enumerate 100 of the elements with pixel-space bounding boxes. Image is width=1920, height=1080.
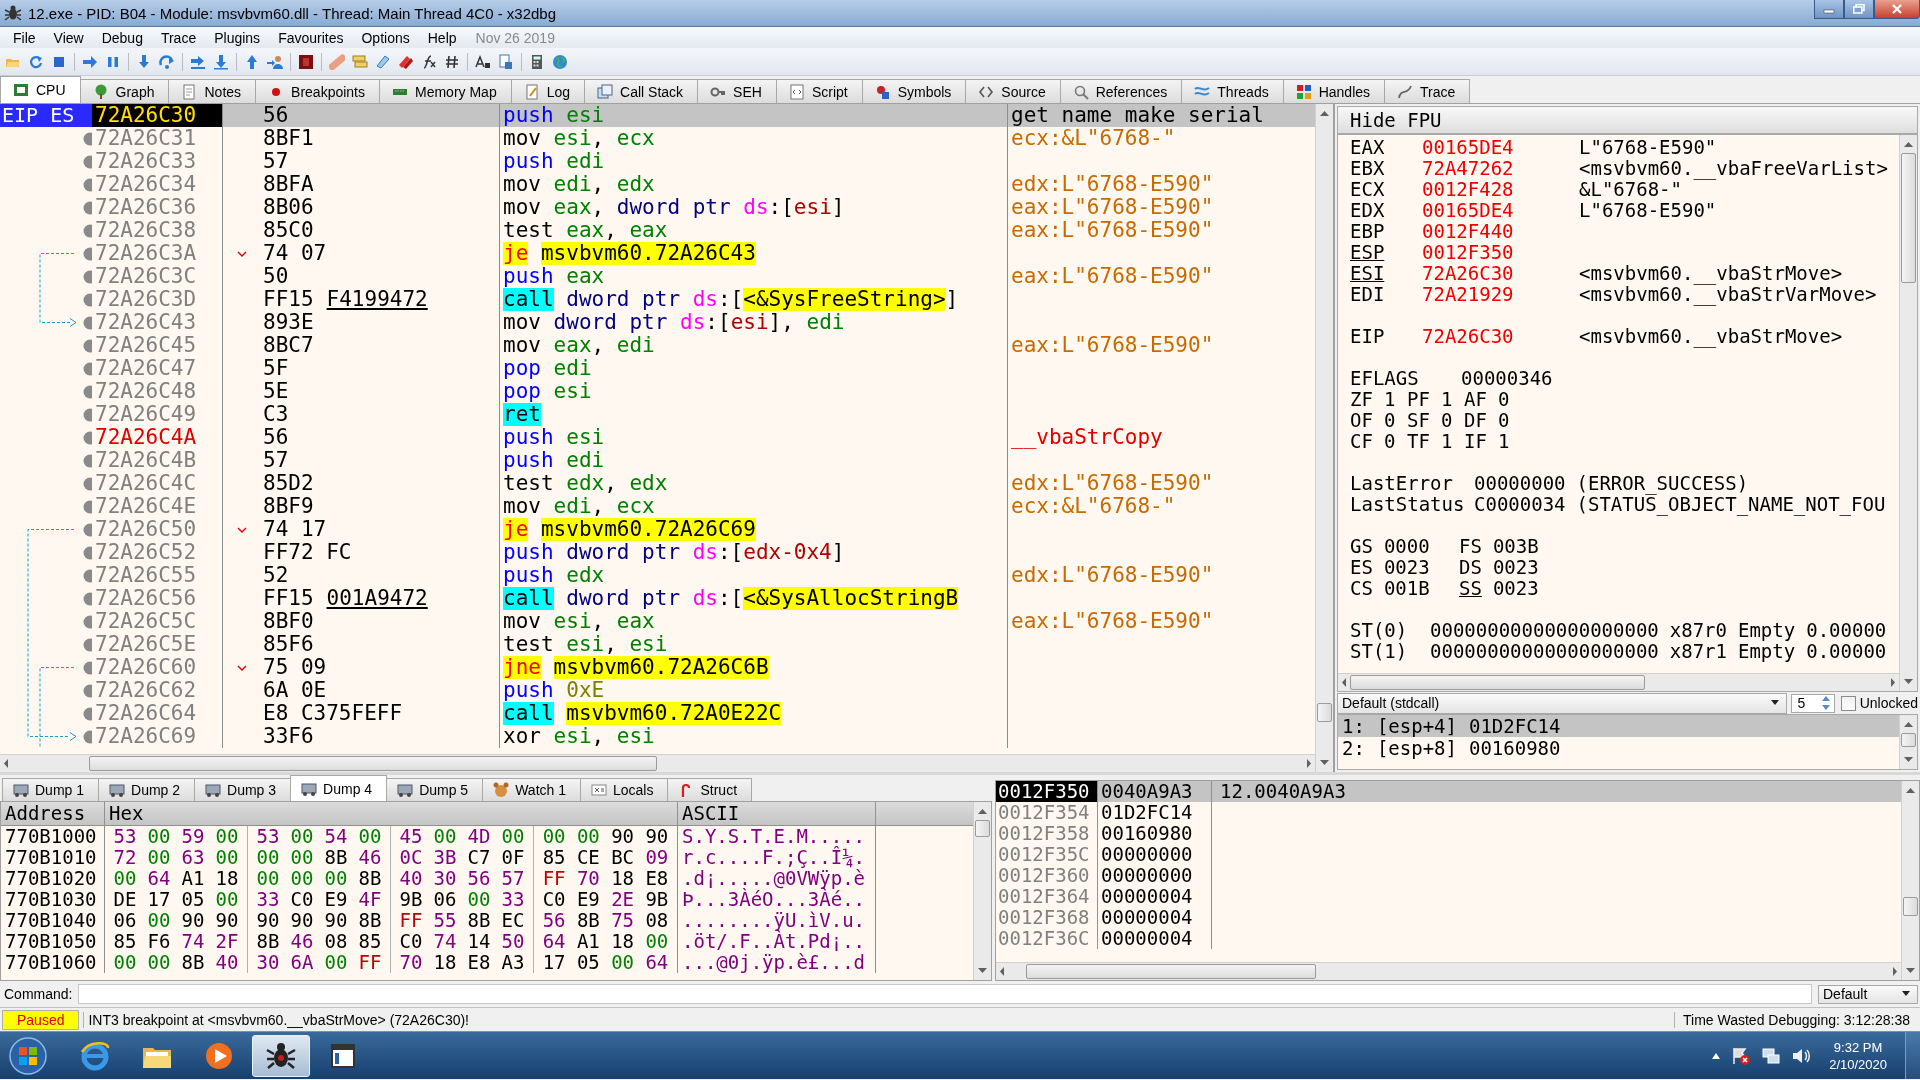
register-value[interactable]: 72A21929 (1422, 284, 1579, 305)
tab[interactable]: Dump 2 (98, 778, 196, 801)
close-button[interactable] (1874, 0, 1920, 19)
address-link[interactable]: F4199472 (326, 288, 428, 311)
menu-item[interactable]: Debug (92, 29, 152, 46)
register-value[interactable]: 003B (1492, 536, 1539, 557)
tab[interactable]: Dump 3 (194, 778, 292, 801)
convention-dropdown[interactable]: Default (stdcall) (1337, 692, 1788, 714)
run-icon[interactable] (82, 53, 98, 70)
minimize-button[interactable] (1814, 0, 1844, 19)
flag-value[interactable]: 0 (1497, 389, 1510, 410)
register-value[interactable]: 001B (1383, 578, 1430, 599)
tab[interactable]: Dump 4 (290, 775, 388, 801)
user-code-icon[interactable] (267, 53, 283, 70)
command-field[interactable] (78, 984, 1812, 1004)
stack-row[interactable]: 0012F364 00000004 (996, 886, 1901, 907)
unlocked-checkbox[interactable] (1840, 695, 1856, 711)
trace-into-icon[interactable] (190, 53, 206, 70)
register-value[interactable]: 00000000000000000000 (1430, 641, 1659, 662)
flag-value[interactable]: 1 (1383, 389, 1396, 410)
scrollbar[interactable] (1899, 715, 1917, 769)
register-value[interactable]: 00000000 (1474, 473, 1566, 494)
flag-value[interactable]: 0 (1383, 410, 1396, 431)
register-value[interactable]: 0023 (1383, 557, 1430, 578)
scrollbar[interactable] (973, 802, 991, 980)
clock[interactable]: 9:32 PM 2/10/2020 (1821, 1038, 1895, 1073)
comment-icon[interactable] (352, 53, 368, 70)
flag-value[interactable]: 1 (1497, 431, 1510, 452)
count-spinbox[interactable]: 5 (1791, 693, 1835, 713)
show-desktop-button[interactable] (1905, 1032, 1920, 1079)
tab[interactable]: Threads (1181, 79, 1284, 103)
scrollbar-thumb[interactable] (89, 756, 658, 771)
tab[interactable]: Call Stack (584, 79, 699, 103)
tab[interactable]: Symbols (861, 79, 967, 103)
tab[interactable]: Locals (580, 778, 669, 801)
register-value[interactable]: 0023 (1492, 557, 1539, 578)
register-value[interactable]: 72A47262 (1422, 158, 1579, 179)
register-value[interactable]: 00000346 (1461, 368, 1553, 389)
stack-row[interactable]: 0012F358 00160980 (996, 823, 1901, 844)
register-value[interactable]: 00000000000000000000 (1430, 620, 1659, 641)
tab[interactable]: Breakpoints (255, 79, 380, 103)
register-value[interactable]: 00165DE4 (1422, 137, 1579, 158)
menu-item[interactable]: Plugins (205, 29, 270, 46)
register-value[interactable]: 0012F350 (1422, 242, 1579, 263)
tab[interactable]: Source (965, 79, 1061, 103)
scrollbar-thumb[interactable] (1901, 153, 1916, 283)
scrollbar[interactable] (996, 962, 1901, 980)
tab[interactable]: Notes (168, 79, 257, 103)
scrollbar[interactable] (1901, 781, 1919, 980)
step-into-icon[interactable] (136, 53, 152, 70)
tab[interactable]: Log (510, 79, 586, 103)
restart-icon[interactable] (28, 53, 44, 70)
flag-value[interactable]: 0 (1497, 410, 1510, 431)
stack-row[interactable]: 0012F368 00000004 (996, 907, 1901, 928)
menu-item[interactable]: Favourites (269, 29, 353, 46)
flag-value[interactable]: 1 (1440, 431, 1453, 452)
argument-row[interactable]: 2: [esp+8] 00160980 (1338, 737, 1899, 759)
register-value[interactable]: 72A26C30 (1422, 263, 1579, 284)
flag-value[interactable]: 1 (1440, 389, 1453, 410)
tab[interactable]: Dump 5 (386, 778, 484, 801)
column-header[interactable]: ASCII (678, 802, 876, 825)
tab[interactable]: Memory Map (379, 79, 512, 103)
tab[interactable]: Dump 1 (2, 778, 100, 801)
stack-row[interactable]: 0012F36C 00000004 (996, 928, 1901, 949)
column-header[interactable]: Hex (105, 802, 678, 825)
bookmark-icon[interactable] (398, 53, 414, 70)
patch-icon[interactable] (329, 53, 345, 70)
globe-icon[interactable] (552, 53, 568, 70)
tab[interactable]: Struct (667, 778, 753, 801)
flag-icon[interactable] (1731, 1045, 1752, 1066)
stack-row[interactable]: 0012F354 01D2FC14 (996, 802, 1901, 823)
scrollbar[interactable] (1899, 135, 1917, 691)
column-header[interactable]: Address (1, 802, 105, 825)
mode-dropdown[interactable]: Default (1818, 984, 1918, 1004)
argument-row[interactable]: 1: [esp+4] 01D2FC14 (1338, 715, 1899, 737)
tab[interactable]: SEH (697, 79, 777, 103)
register-value[interactable]: 0000 (1383, 536, 1430, 557)
network-icon[interactable] (1761, 1045, 1782, 1066)
stack-row[interactable]: 0012F35C 00000000 (996, 844, 1901, 865)
menu-item[interactable]: Help (418, 29, 466, 46)
register-value[interactable]: 0023 (1492, 578, 1539, 599)
register-value[interactable]: C0000034 (1474, 494, 1566, 515)
taskbar-button[interactable] (252, 1034, 310, 1077)
font-size-icon[interactable] (475, 53, 491, 70)
tab[interactable]: CPU (0, 76, 81, 103)
scrollbar-thumb[interactable] (1317, 703, 1332, 723)
trace-over-icon[interactable] (213, 53, 229, 70)
register-value[interactable]: 0012F428 (1422, 179, 1579, 200)
code-row[interactable]: 72A26C30 56 push esi get name make serial (92, 104, 1315, 127)
stack-row[interactable]: 0012F360 00000000 (996, 865, 1901, 886)
scrollbar-thumb[interactable] (1350, 675, 1646, 690)
address-link[interactable]: 001A9472 (326, 587, 428, 610)
tab[interactable]: References (1059, 79, 1183, 103)
menu-item[interactable]: Options (352, 29, 419, 46)
scrollbar-thumb[interactable] (1901, 733, 1916, 747)
scrollbar-thumb[interactable] (1025, 964, 1317, 979)
menu-item[interactable]: View (44, 29, 93, 46)
stack-row[interactable]: 0012F350 0040A9A3 12.0040A9A3 (996, 781, 1901, 802)
return-icon[interactable] (244, 53, 260, 70)
register-value[interactable]: 0012F440 (1422, 221, 1579, 242)
